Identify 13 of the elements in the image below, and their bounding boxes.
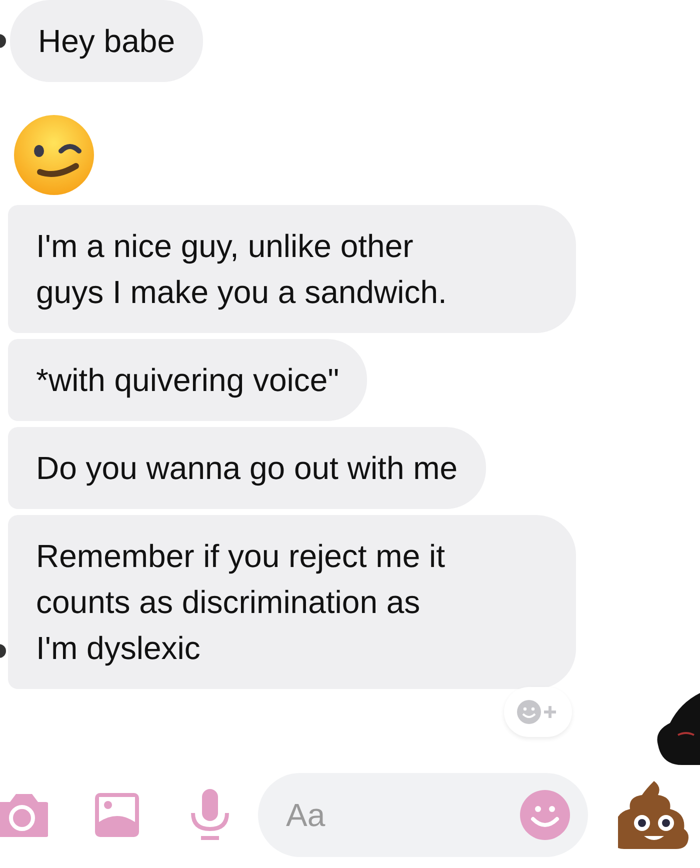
smiley-icon[interactable] [520,790,570,840]
camera-icon[interactable] [0,792,48,838]
poop-emoji-icon[interactable] [618,779,690,851]
message-bubble: I'm a nice guy, unlike other guys I make you a sandwich. [8,205,576,333]
message-bubble: Do you wanna go out with me [8,427,486,509]
message-bubble: Hey babe [10,0,203,82]
message-bubble: *with quivering voice" [8,339,368,421]
add-reaction-button[interactable] [504,687,572,737]
message-bubble: Remember if you reject me it counts as discrimination as I'm dyslexic [8,515,576,689]
image-icon[interactable] [94,792,140,838]
message-input-field[interactable]: Aa [258,773,588,857]
microphone-icon[interactable] [190,789,230,841]
wink-emoji-icon [12,115,96,195]
